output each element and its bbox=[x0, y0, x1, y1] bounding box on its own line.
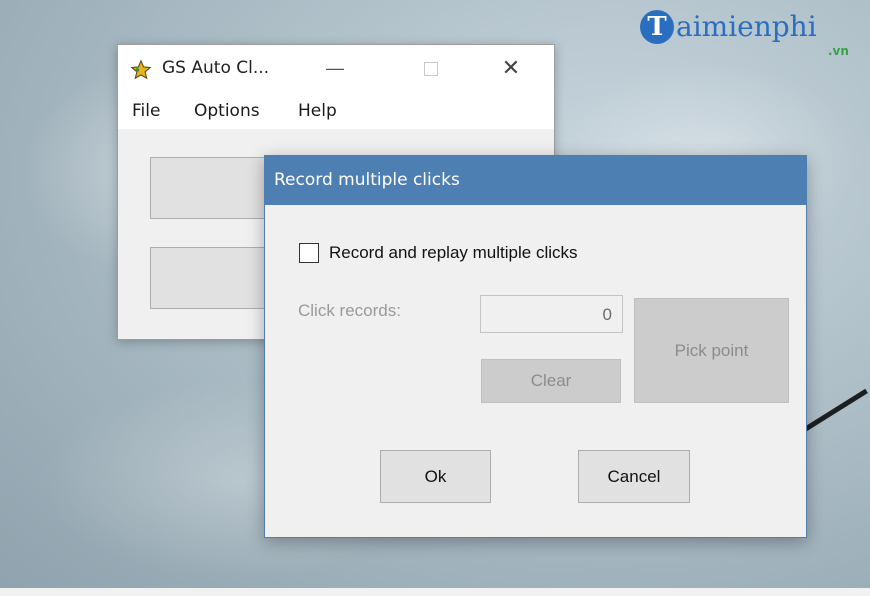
cancel-button[interactable]: Cancel bbox=[578, 450, 690, 503]
close-button[interactable]: ✕ bbox=[494, 55, 528, 83]
record-multiple-clicks-dialog: Record multiple clicks Record and replay… bbox=[264, 155, 807, 538]
ok-button[interactable]: Ok bbox=[380, 450, 491, 503]
watermark-domain: .vn bbox=[828, 44, 849, 58]
star-icon bbox=[130, 59, 152, 80]
watermark-glyph: T bbox=[640, 10, 674, 44]
dialog-title-bar[interactable]: Record multiple clicks bbox=[265, 156, 806, 205]
clear-button[interactable]: Clear bbox=[481, 359, 621, 403]
start-button[interactable] bbox=[150, 157, 270, 219]
watermark-logo: T aimienphi .vn bbox=[640, 10, 866, 62]
record-replay-label[interactable]: Record and replay multiple clicks bbox=[329, 243, 578, 263]
click-records-label: Click records: bbox=[298, 301, 401, 320]
main-window-title: GS Auto Cl... bbox=[162, 58, 270, 78]
dialog-title: Record multiple clicks bbox=[274, 170, 460, 190]
bottom-strip bbox=[0, 588, 870, 596]
menu-file[interactable]: File bbox=[132, 101, 160, 121]
maximize-icon bbox=[424, 62, 438, 76]
menu-options[interactable]: Options bbox=[194, 101, 260, 121]
menu-bar: File Options Help bbox=[118, 97, 554, 127]
pick-point-button[interactable]: Pick point bbox=[634, 298, 789, 403]
watermark-text: aimienphi bbox=[676, 10, 817, 43]
click-records-field[interactable]: 0 bbox=[480, 295, 623, 333]
menu-help[interactable]: Help bbox=[298, 101, 337, 121]
main-title-bar[interactable]: GS Auto Cl... — ✕ bbox=[118, 45, 554, 93]
stop-button[interactable] bbox=[150, 247, 270, 309]
record-replay-checkbox[interactable] bbox=[299, 243, 319, 263]
minimize-button[interactable]: — bbox=[318, 55, 352, 83]
maximize-button[interactable] bbox=[414, 55, 448, 83]
